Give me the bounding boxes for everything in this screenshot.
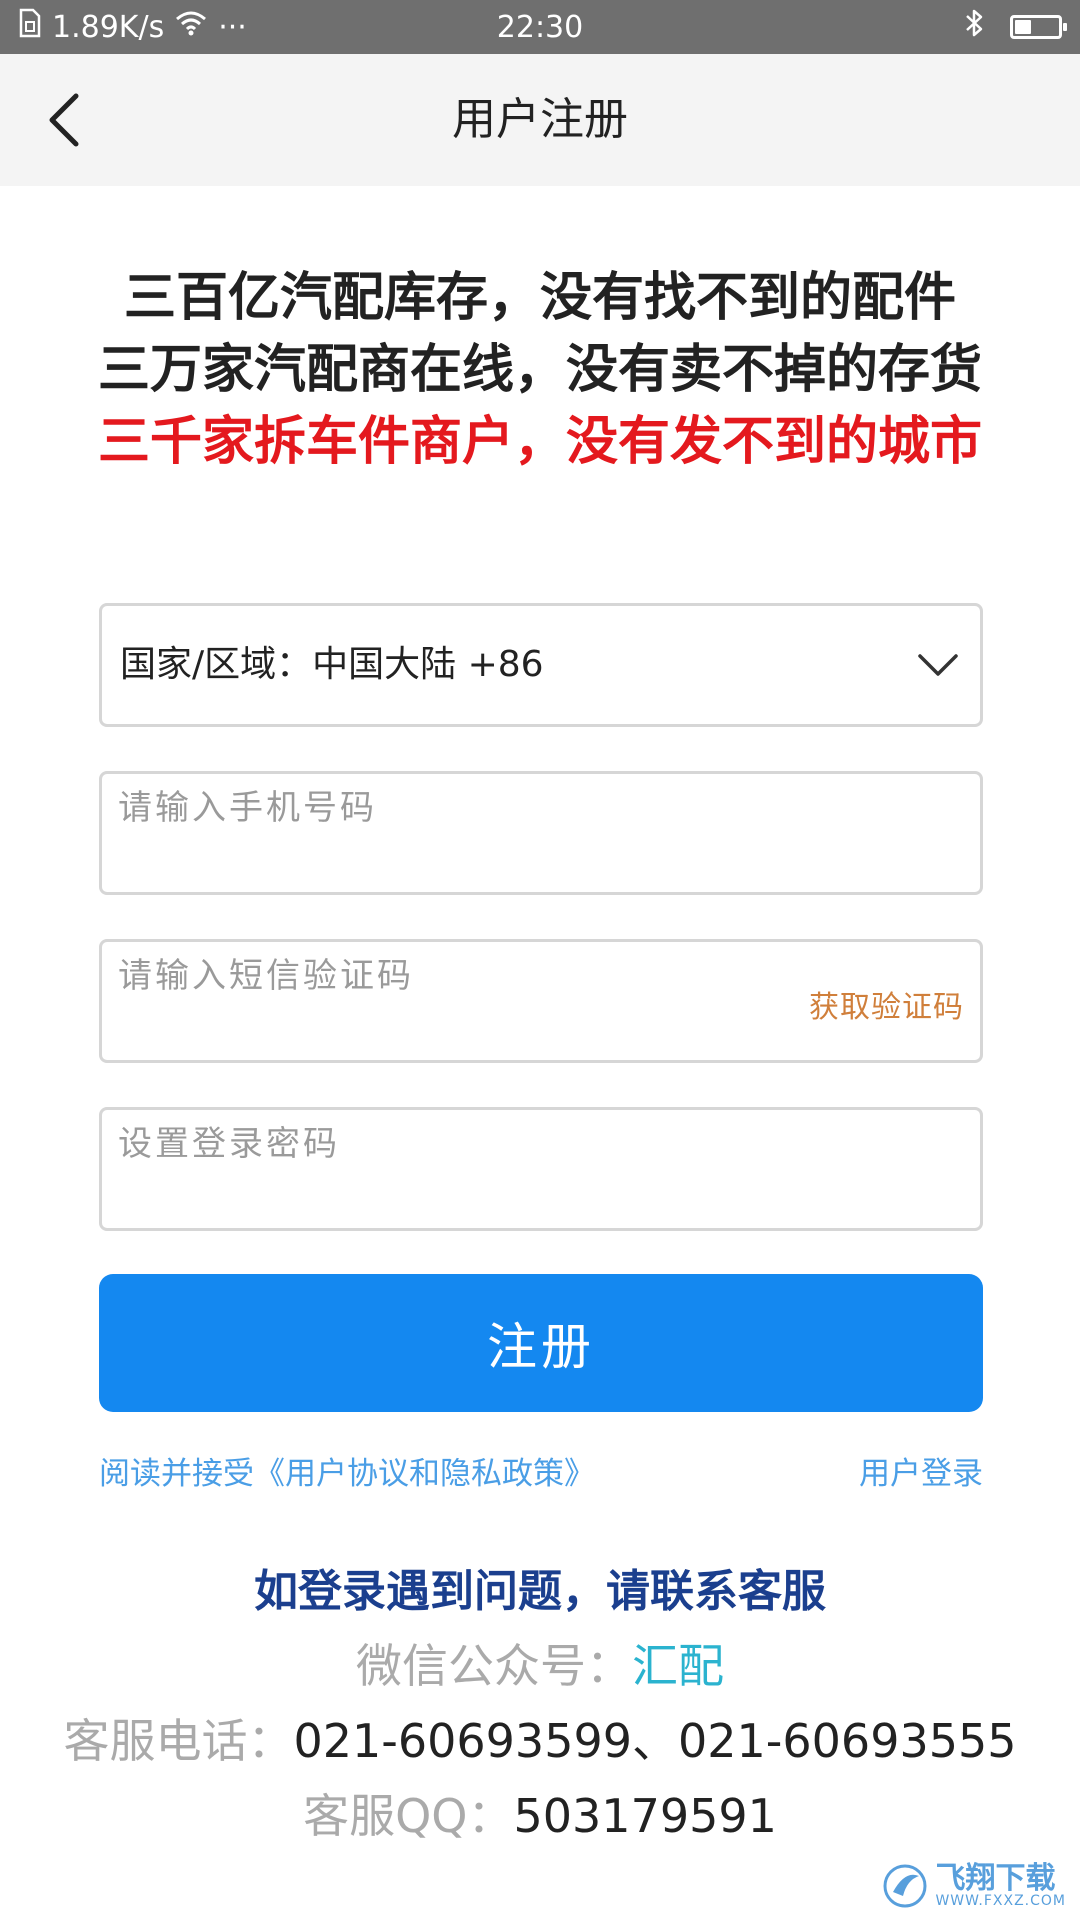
country-select[interactable]: 国家/区域：中国大陆 +86 (99, 603, 983, 727)
qq-label: 客服QQ： (303, 1789, 514, 1843)
slogan-line-1: 三百亿汽配库存，没有找不到的配件 (123, 268, 956, 328)
back-button[interactable] (28, 84, 100, 156)
slogan-block: 三百亿汽配库存，没有找不到的配件 三万家汽配商在线，没有卖不掉的存货 三千家拆车… (0, 262, 1080, 478)
battery-level (1015, 20, 1032, 34)
watermark-title: 飞翔下载 (935, 1861, 1056, 1896)
wechat-label: 微信公众号： (356, 1639, 632, 1693)
sms-code-field: 获取验证码 (99, 939, 983, 1063)
password-input[interactable] (118, 1116, 838, 1172)
wechat-value: 汇配 (632, 1639, 724, 1693)
wechat-line: 微信公众号：汇配 (0, 1630, 1080, 1696)
support-heading: 如登录遇到问题，请联系客服 (254, 1566, 826, 1617)
watermark-text: 飞翔下载 WWW.FXXZ.COM (935, 1861, 1066, 1909)
get-code-button[interactable]: 获取验证码 (809, 982, 964, 1026)
status-bar-left: 1.89K/s ··· (18, 0, 247, 54)
status-bar-right (964, 0, 1067, 54)
qq-line: 客服QQ：503179591 (0, 1780, 1080, 1846)
bluetooth-icon (964, 8, 986, 46)
password-field (99, 1107, 983, 1231)
slogan-line-2: 三万家汽配商在线，没有卖不掉的存货 (97, 340, 982, 400)
phone-input[interactable] (118, 780, 838, 836)
watermark-url: WWW.FXXZ.COM (935, 1893, 1066, 1909)
qq-value: 503179591 (513, 1789, 777, 1843)
chevron-down-icon (918, 654, 958, 676)
phone-line: 客服电话：021-60693599、021-60693555 (0, 1705, 1080, 1771)
support-phone-value[interactable]: 021-60693599、021-60693555 (293, 1714, 1016, 1768)
sim-card-icon (18, 8, 42, 46)
more-notifications: ··· (218, 9, 247, 45)
country-value: 国家/区域：中国大陆 +86 (120, 644, 544, 685)
page-title: 用户注册 (452, 94, 628, 145)
support-phone-label: 客服电话： (63, 1714, 294, 1768)
watermark-logo-icon (883, 1864, 927, 1908)
phone-field (99, 771, 983, 895)
slogan-line-3: 三千家拆车件商户，没有发不到的城市 (97, 412, 982, 472)
wifi-icon (174, 9, 208, 45)
battery-icon (1010, 15, 1067, 39)
sms-code-input[interactable] (118, 948, 718, 1004)
nav-bar: 用户注册 (0, 54, 1080, 186)
status-bar: 1.89K/s ··· 22:30 (0, 0, 1080, 54)
agreement-link[interactable]: 阅读并接受《用户协议和隐私政策》 (99, 1448, 595, 1493)
chevron-left-icon (49, 93, 79, 147)
clock: 22:30 (496, 9, 584, 45)
login-link[interactable]: 用户登录 (859, 1448, 983, 1493)
register-button[interactable]: 注册 (99, 1274, 983, 1412)
watermark: 飞翔下载 WWW.FXXZ.COM (881, 1862, 1066, 1910)
net-speed: 1.89K/s (52, 9, 165, 45)
